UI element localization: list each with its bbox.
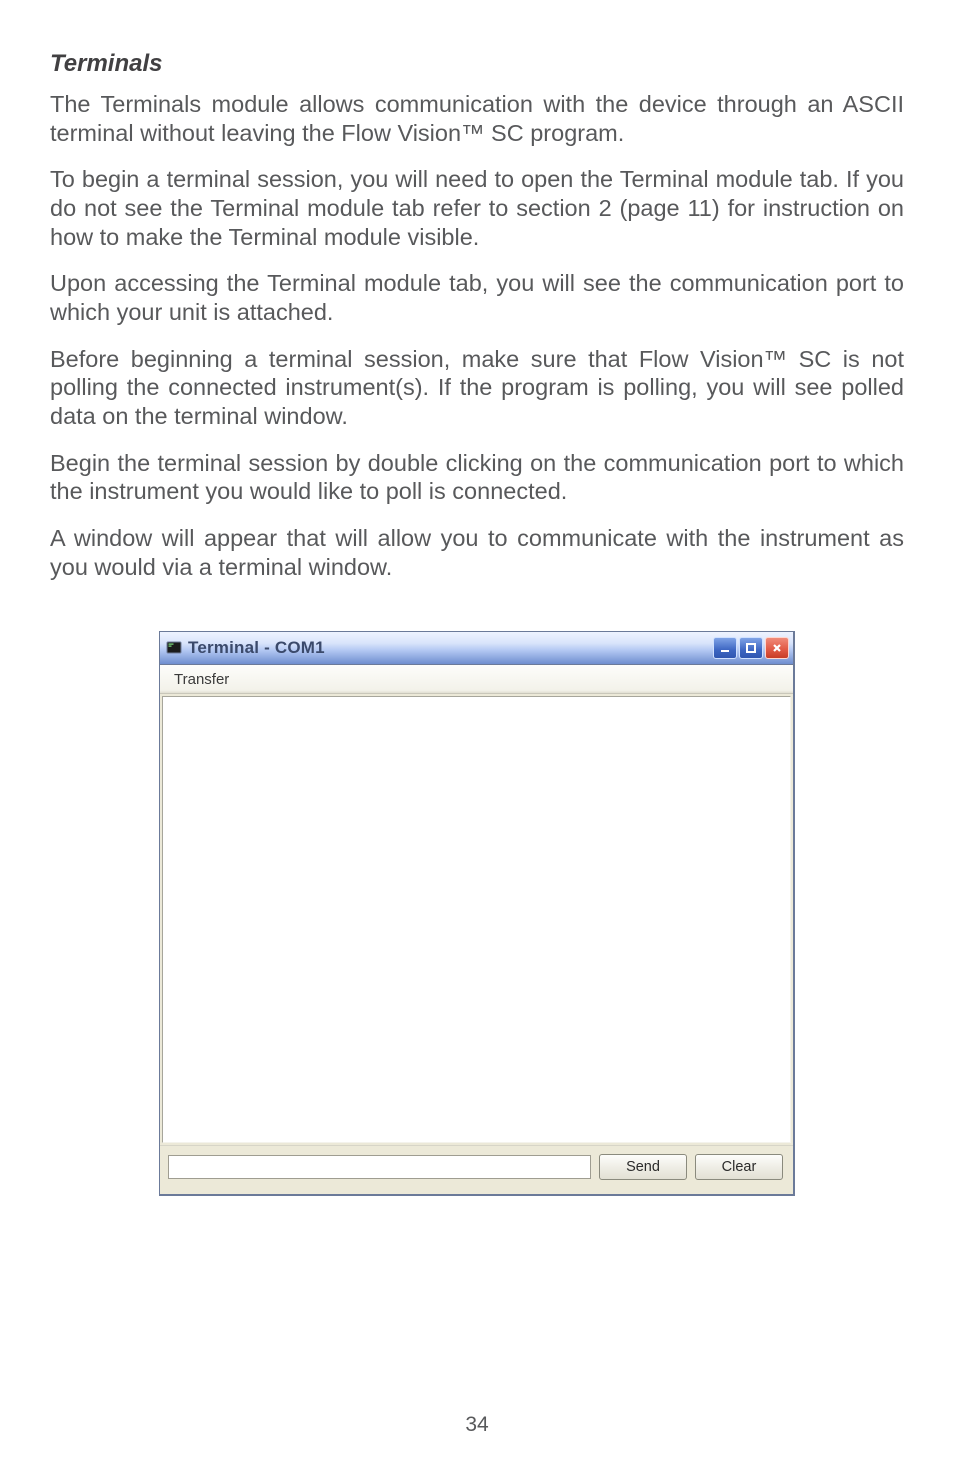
paragraph: Begin the terminal session by double cli… — [50, 449, 904, 506]
close-button[interactable] — [765, 637, 789, 659]
clear-button[interactable]: Clear — [695, 1154, 783, 1180]
terminal-window: Terminal - COM1 — [159, 631, 795, 1196]
titlebar[interactable]: Terminal - COM1 — [160, 632, 793, 665]
page-number: 34 — [0, 1413, 954, 1437]
minimize-button[interactable] — [713, 637, 737, 659]
maximize-button[interactable] — [739, 637, 763, 659]
paragraph: Before beginning a terminal session, mak… — [50, 345, 904, 431]
app-icon — [166, 640, 182, 656]
paragraph: A window will appear that will allow you… — [50, 524, 904, 581]
paragraph: The Terminals module allows communicatio… — [50, 90, 904, 147]
window-title: Terminal - COM1 — [188, 638, 707, 658]
menubar: Transfer — [160, 665, 793, 694]
send-button[interactable]: Send — [599, 1154, 687, 1180]
menu-transfer[interactable]: Transfer — [168, 668, 235, 691]
paragraph: To begin a terminal session, you will ne… — [50, 165, 904, 251]
command-input[interactable] — [168, 1155, 591, 1179]
section-heading: Terminals — [50, 50, 904, 78]
window-controls — [713, 637, 789, 659]
terminal-output[interactable] — [162, 696, 791, 1143]
paragraph: Upon accessing the Terminal module tab, … — [50, 269, 904, 326]
command-bar: Send Clear — [160, 1145, 793, 1194]
